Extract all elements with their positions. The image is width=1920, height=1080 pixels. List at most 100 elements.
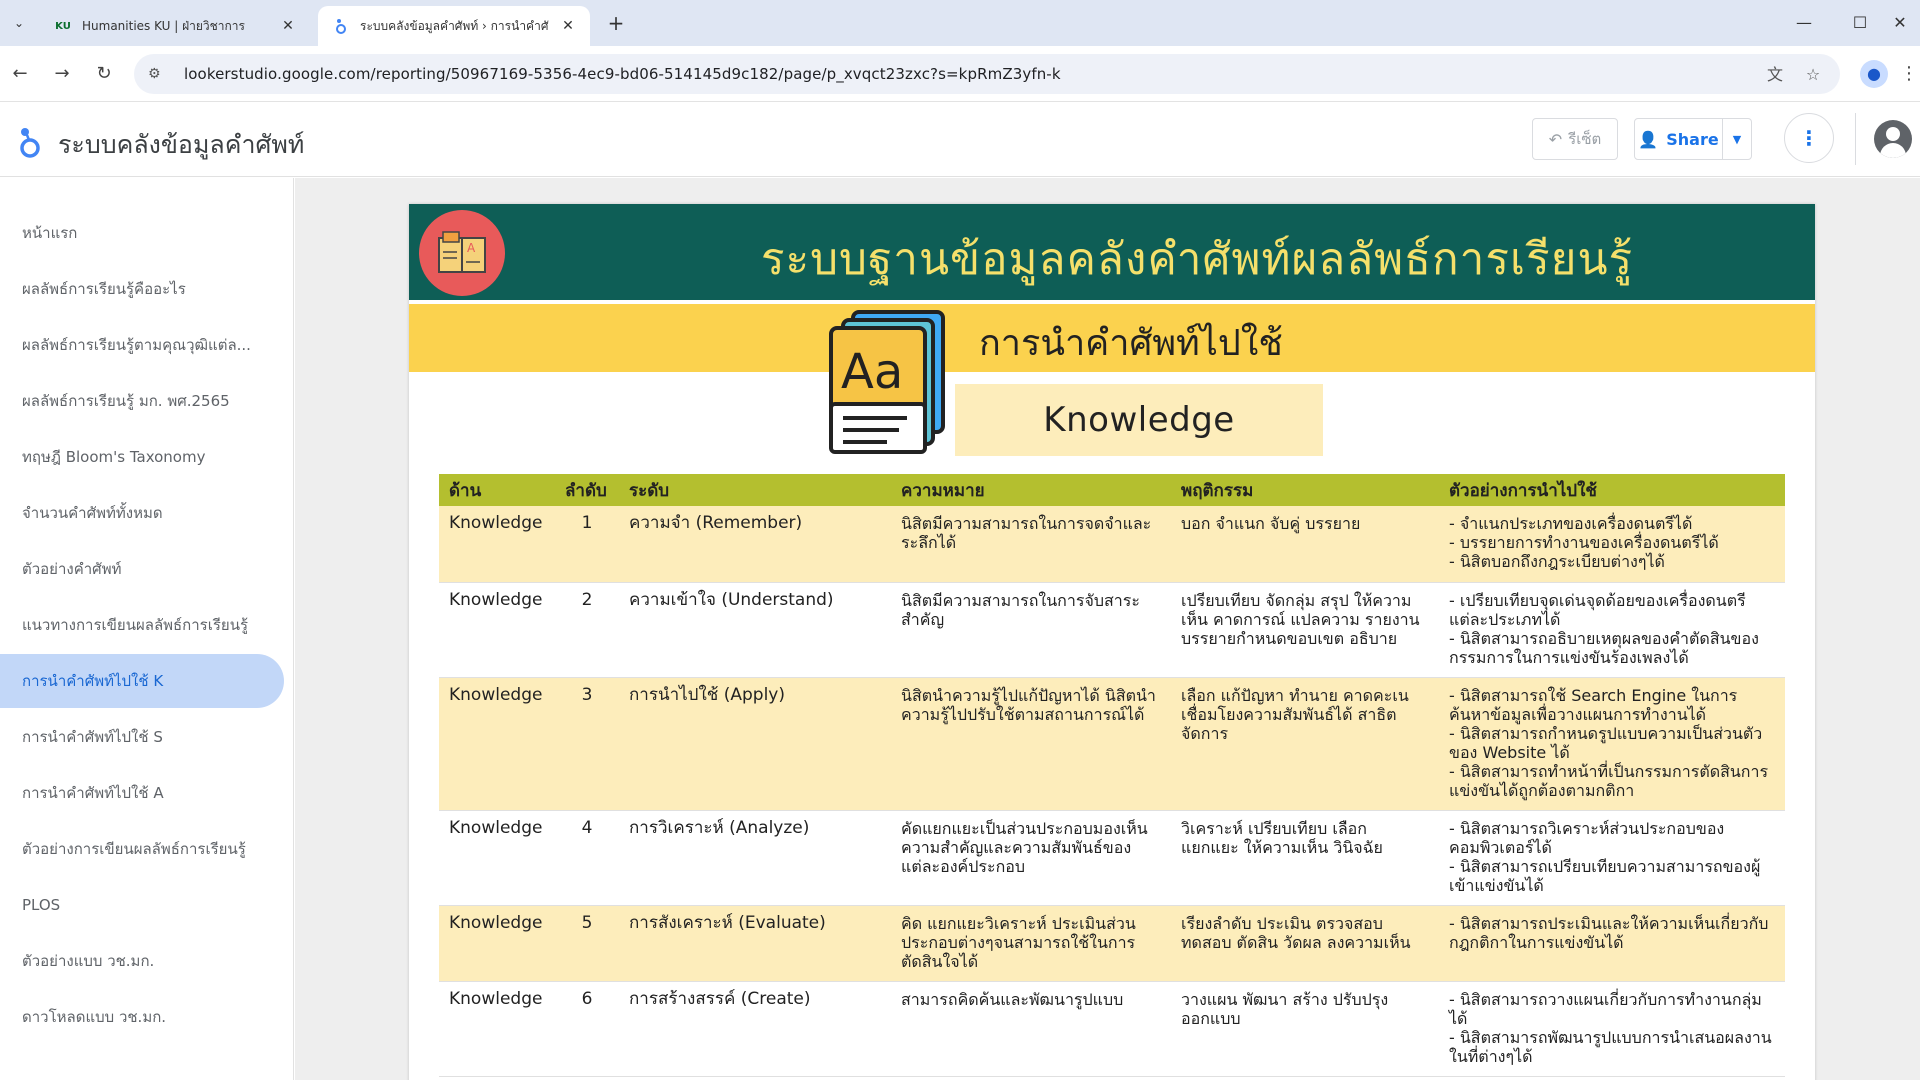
reset-button[interactable]: ↶ รีเซ็ต	[1532, 118, 1618, 160]
nav-item[interactable]: ตัวอย่างการเขียนผลลัพธ์การเรียนรู้	[0, 822, 284, 876]
cell-domain: Knowledge	[439, 981, 555, 1077]
cell-order: 6	[555, 981, 619, 1077]
example-line: - บรรยายการทำงานของเครื่องดนตรีได้	[1449, 533, 1719, 552]
nav-item[interactable]: การนำคำศัพท์ไปใช้ S	[0, 710, 284, 764]
column-header[interactable]: ความหมาย	[891, 474, 1171, 506]
share-label: Share	[1666, 129, 1719, 149]
browser-tab-humanities[interactable]: KU Humanities KU | ฝ่ายวิชาการ ✕	[40, 6, 310, 46]
cell-domain: Knowledge	[439, 582, 555, 678]
page-navigation: หน้าแรก ผลลัพธ์การเรียนรู้คืออะไร ผลลัพธ…	[0, 178, 294, 1080]
account-avatar-icon[interactable]	[1874, 120, 1912, 158]
share-button[interactable]: 👤 Share ▼	[1634, 118, 1752, 160]
nav-item[interactable]: จำนวนคำศัพท์ทั้งหมด	[0, 486, 284, 540]
looker-studio-logo-icon[interactable]	[18, 125, 42, 159]
open-book-icon: A	[417, 208, 507, 298]
maximize-icon[interactable]: ☐	[1840, 10, 1880, 36]
svg-text:A: A	[467, 241, 476, 255]
browser-tab-looker[interactable]: ระบบคลังข้อมูลคำศัพท์ › การนำคำศั ✕	[318, 6, 590, 46]
cell-order: 3	[555, 677, 619, 811]
cell-level: ความเข้าใจ (Understand)	[619, 582, 891, 678]
cell-domain: Knowledge	[439, 905, 555, 982]
example-line: - นิสิตสามารถทำหน้าที่เป็นกรรมการตัดสินก…	[1449, 761, 1769, 800]
undo-icon: ↶	[1548, 129, 1563, 149]
report-title[interactable]: ระบบคลังข้อมูลคำศัพท์	[58, 125, 304, 165]
cell-examples: - จำแนกประเภทของเครื่องดนตรีได้ - บรรยาย…	[1439, 506, 1785, 583]
example-line: - นิสิตสามารถวิเคราะห์ส่วนประกอบของคอมพิ…	[1449, 818, 1725, 857]
cell-level: การวิเคราะห์ (Analyze)	[619, 810, 891, 906]
minimize-icon[interactable]: —	[1784, 10, 1824, 36]
ku-favicon-icon: KU	[55, 20, 71, 32]
column-header[interactable]: ด้าน	[439, 474, 555, 506]
cell-meaning: นิสิตนำความรู้ไปแก้ปัญหาได้ นิสิตนำความร…	[891, 677, 1171, 811]
nav-item[interactable]: ดาวโหลดแบบ วช.มก.	[0, 990, 284, 1044]
forward-arrow-icon[interactable]: →	[48, 60, 76, 88]
section-strip: การนำคำศัพท์ไปใช้	[409, 304, 1815, 372]
cell-order: 1	[555, 506, 619, 583]
cell-domain: Knowledge	[439, 677, 555, 811]
report-page: A ระบบฐานข้อมูลคลังคำศัพท์ผลลัพธ์การเรีย…	[409, 204, 1815, 1080]
dictionary-aa-icon: Aa	[827, 308, 947, 456]
url-text[interactable]: lookerstudio.google.com/reporting/509671…	[184, 65, 1061, 83]
cell-domain: Knowledge	[439, 810, 555, 906]
cell-behavior: วิเคราะห์ เปรียบเทียบ เลือก แยกแยะ ให้คว…	[1171, 810, 1439, 906]
nav-item[interactable]: หน้าแรก	[0, 206, 284, 260]
cell-examples: - นิสิตสามารถวางแผนเกี่ยวกับการทำงานกลุ่…	[1439, 981, 1785, 1077]
browser-menu-icon[interactable]: ⋮	[1900, 60, 1918, 88]
new-tab-plus-icon[interactable]: +	[604, 11, 628, 35]
report-canvas: A ระบบฐานข้อมูลคลังคำศัพท์ผลลัพธ์การเรีย…	[295, 178, 1920, 1080]
add-person-icon: 👤	[1638, 129, 1659, 149]
reload-icon[interactable]: ↻	[90, 60, 118, 88]
table-row: Knowledge 2 ความเข้าใจ (Understand) นิสิ…	[439, 582, 1785, 678]
back-arrow-icon[interactable]: ←	[6, 60, 34, 88]
nav-item[interactable]: ผลลัพธ์การเรียนรู้ มก. พศ.2565	[0, 374, 284, 428]
column-header[interactable]: พฤติกรรม	[1171, 474, 1439, 506]
table-row: Knowledge 3 การนำไปใช้ (Apply) นิสิตนำคว…	[439, 677, 1785, 811]
browser-toolbar: ← → ↻ ⚙ lookerstudio.google.com/reportin…	[0, 46, 1920, 102]
more-options-icon[interactable]: ⋮	[1784, 113, 1834, 163]
section-title: การนำคำศัพท์ไปใช้	[979, 323, 1283, 364]
nav-item[interactable]: การนำคำศัพท์ไปใช้ A	[0, 766, 284, 820]
translate-icon[interactable]: 文	[1762, 62, 1788, 88]
cell-meaning: นิสิตมีความสามารถในการจดจำและระลึกได้	[891, 506, 1171, 583]
nav-item[interactable]: แนวทางการเขียนผลลัพธ์การเรียนรู้	[0, 598, 284, 652]
nav-item[interactable]: PLOS	[0, 878, 284, 932]
cell-meaning: คัดแยกแยะเป็นส่วนประกอบมองเห็นความสำคัญแ…	[891, 810, 1171, 906]
cell-examples: - เปรียบเทียบจุดเด่นจุดด้อยของเครื่องดนต…	[1439, 582, 1785, 678]
window-close-icon[interactable]: ✕	[1880, 10, 1920, 36]
nav-item[interactable]: ตัวอย่างคำศัพท์	[0, 542, 284, 596]
column-header[interactable]: ตัวอย่างการนำไปใช้	[1439, 474, 1785, 506]
tab-close-icon[interactable]: ✕	[558, 18, 578, 34]
site-info-icon[interactable]: ⚙	[148, 66, 170, 82]
column-header[interactable]: ระดับ	[619, 474, 891, 506]
nav-item[interactable]: ผลลัพธ์การเรียนรู้ตามคุณวุฒิแต่ล...	[0, 318, 284, 372]
table-row: Knowledge 4 การวิเคราะห์ (Analyze) คัดแย…	[439, 810, 1785, 906]
cell-level: การสร้างสรรค์ (Create)	[619, 981, 891, 1077]
example-line: - นิสิตสามารถประเมินและให้ความเห็นเกี่ยว…	[1449, 913, 1769, 952]
banner-title: ระบบฐานข้อมูลคลังคำศัพท์ผลลัพธ์การเรียนร…	[760, 234, 1634, 285]
cell-behavior: เรียงลำดับ ประเมิน ตรวจสอบ ทดสอบ ตัดสิน …	[1171, 905, 1439, 982]
tab-search-chevron-icon[interactable]: ⌄	[6, 10, 32, 36]
reset-label: รีเซ็ต	[1568, 130, 1602, 148]
cell-meaning: นิสิตมีความสามารถในการจับสาระสำคัญ	[891, 582, 1171, 678]
example-line: - นิสิตสามารถกำหนดรูปแบบความเป็นส่วนตัวข…	[1449, 723, 1763, 762]
example-line: - นิสิตสามารถใช้ Search Engine ในการค้นห…	[1449, 685, 1738, 724]
tab-title: Humanities KU | ฝ่ายวิชาการ	[82, 18, 245, 33]
cell-level: การสังเคราะห์ (Evaluate)	[619, 905, 891, 982]
tab-close-icon[interactable]: ✕	[278, 18, 298, 34]
browser-profile-icon[interactable]: ●	[1860, 60, 1888, 88]
looker-studio-favicon-icon	[330, 18, 352, 34]
nav-item-active[interactable]: การนำคำศัพท์ไปใช้ K	[0, 654, 284, 708]
cell-behavior: เปรียบเทียบ จัดกลุ่ม สรุป ให้ความเห็น คา…	[1171, 582, 1439, 678]
nav-item[interactable]: ผลลัพธ์การเรียนรู้คืออะไร	[0, 262, 284, 316]
example-line: - นิสิตบอกถึงกฎระเบียบต่างๆได้	[1449, 552, 1665, 571]
share-dropdown-icon[interactable]: ▼	[1723, 133, 1751, 146]
bookmark-star-icon[interactable]: ☆	[1800, 62, 1826, 88]
column-header[interactable]: ลำดับ	[555, 474, 619, 506]
table-row: Knowledge 5 การสังเคราะห์ (Evaluate) คิด…	[439, 905, 1785, 982]
example-line: - จำแนกประเภทของเครื่องดนตรีได้	[1449, 514, 1693, 533]
example-line: - นิสิตสามารถอธิบายเหตุผลของคำตัดสินของก…	[1449, 628, 1759, 667]
nav-item[interactable]: ทฤษฎี Bloom's Taxonomy	[0, 430, 284, 484]
nav-item[interactable]: ตัวอย่างแบบ วช.มก.	[0, 934, 284, 988]
table-header-row: ด้าน ลำดับ ระดับ ความหมาย พฤติกรรม ตัวอย…	[439, 474, 1785, 506]
address-bar[interactable]: ⚙ lookerstudio.google.com/reporting/5096…	[134, 54, 1840, 94]
